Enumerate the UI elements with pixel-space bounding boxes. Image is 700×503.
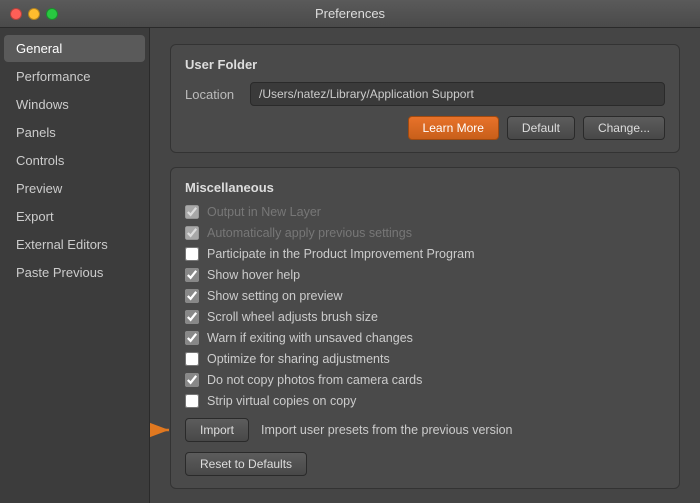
learn-more-button[interactable]: Learn More [408,116,499,140]
sidebar-item-export[interactable]: Export [4,203,145,230]
misc-title: Miscellaneous [185,180,665,195]
checkbox-row-4: Show setting on preview [185,289,665,303]
maximize-button[interactable] [46,8,58,20]
checkbox-row-1: Automatically apply previous settings [185,226,665,240]
sidebar-item-controls[interactable]: Controls [4,147,145,174]
close-button[interactable] [10,8,22,20]
import-description: Import user presets from the previous ve… [261,423,513,437]
folder-location-row: Location /Users/natez/Library/Applicatio… [185,82,665,106]
checkbox-no-copy-camera[interactable] [185,373,199,387]
default-button[interactable]: Default [507,116,575,140]
arrow-container [150,420,177,440]
checkbox-row-7: Optimize for sharing adjustments [185,352,665,366]
checkbox-show-setting-preview[interactable] [185,289,199,303]
sidebar-item-preview[interactable]: Preview [4,175,145,202]
sidebar-item-performance[interactable]: Performance [4,63,145,90]
sidebar-item-panels[interactable]: Panels [4,119,145,146]
user-folder-title: User Folder [185,57,665,72]
checkbox-row-2: Participate in the Product Improvement P… [185,247,665,261]
titlebar: Preferences [0,0,700,28]
minimize-button[interactable] [28,8,40,20]
arrow-icon [150,420,177,440]
checkbox-row-5: Scroll wheel adjusts brush size [185,310,665,324]
sidebar-item-paste-previous[interactable]: Paste Previous [4,259,145,286]
reset-defaults-button[interactable]: Reset to Defaults [185,452,307,476]
checkbox-output-new-layer[interactable] [185,205,199,219]
checkbox-show-hover-help[interactable] [185,268,199,282]
checkbox-strip-virtual-copies[interactable] [185,394,199,408]
user-folder-section: User Folder Location /Users/natez/Librar… [170,44,680,153]
checkbox-row-3: Show hover help [185,268,665,282]
main-layout: General Performance Windows Panels Contr… [0,28,700,503]
checkbox-label-7: Optimize for sharing adjustments [207,352,390,366]
window-title: Preferences [315,6,385,21]
checkbox-label-2: Participate in the Product Improvement P… [207,247,474,261]
miscellaneous-section: Miscellaneous Output in New Layer Automa… [170,167,680,489]
checkbox-row-9: Strip virtual copies on copy [185,394,665,408]
checkbox-label-4: Show setting on preview [207,289,343,303]
checkbox-label-8: Do not copy photos from camera cards [207,373,422,387]
checkbox-warn-unsaved[interactable] [185,331,199,345]
location-label: Location [185,87,240,102]
sidebar-item-windows[interactable]: Windows [4,91,145,118]
checkbox-label-9: Strip virtual copies on copy [207,394,356,408]
checkbox-product-improvement[interactable] [185,247,199,261]
checkbox-optimize-sharing[interactable] [185,352,199,366]
change-button[interactable]: Change... [583,116,665,140]
content-area: User Folder Location /Users/natez/Librar… [150,28,700,503]
checkbox-row-6: Warn if exiting with unsaved changes [185,331,665,345]
reset-row: Reset to Defaults [185,452,665,476]
folder-path-field: /Users/natez/Library/Application Support [250,82,665,106]
checkbox-label-3: Show hover help [207,268,300,282]
checkbox-auto-apply-previous[interactable] [185,226,199,240]
import-button[interactable]: Import [185,418,249,442]
checkbox-row-0: Output in New Layer [185,205,665,219]
checkbox-label-1: Automatically apply previous settings [207,226,412,240]
checkbox-label-6: Warn if exiting with unsaved changes [207,331,413,345]
checkbox-row-8: Do not copy photos from camera cards [185,373,665,387]
folder-buttons: Learn More Default Change... [185,116,665,140]
checkbox-label-5: Scroll wheel adjusts brush size [207,310,378,324]
sidebar: General Performance Windows Panels Contr… [0,28,150,503]
sidebar-item-external-editors[interactable]: External Editors [4,231,145,258]
traffic-lights [10,8,58,20]
sidebar-item-general[interactable]: General [4,35,145,62]
checkbox-label-0: Output in New Layer [207,205,321,219]
checkbox-scroll-wheel-brush[interactable] [185,310,199,324]
import-row: Import Import user presets from the prev… [185,418,665,442]
